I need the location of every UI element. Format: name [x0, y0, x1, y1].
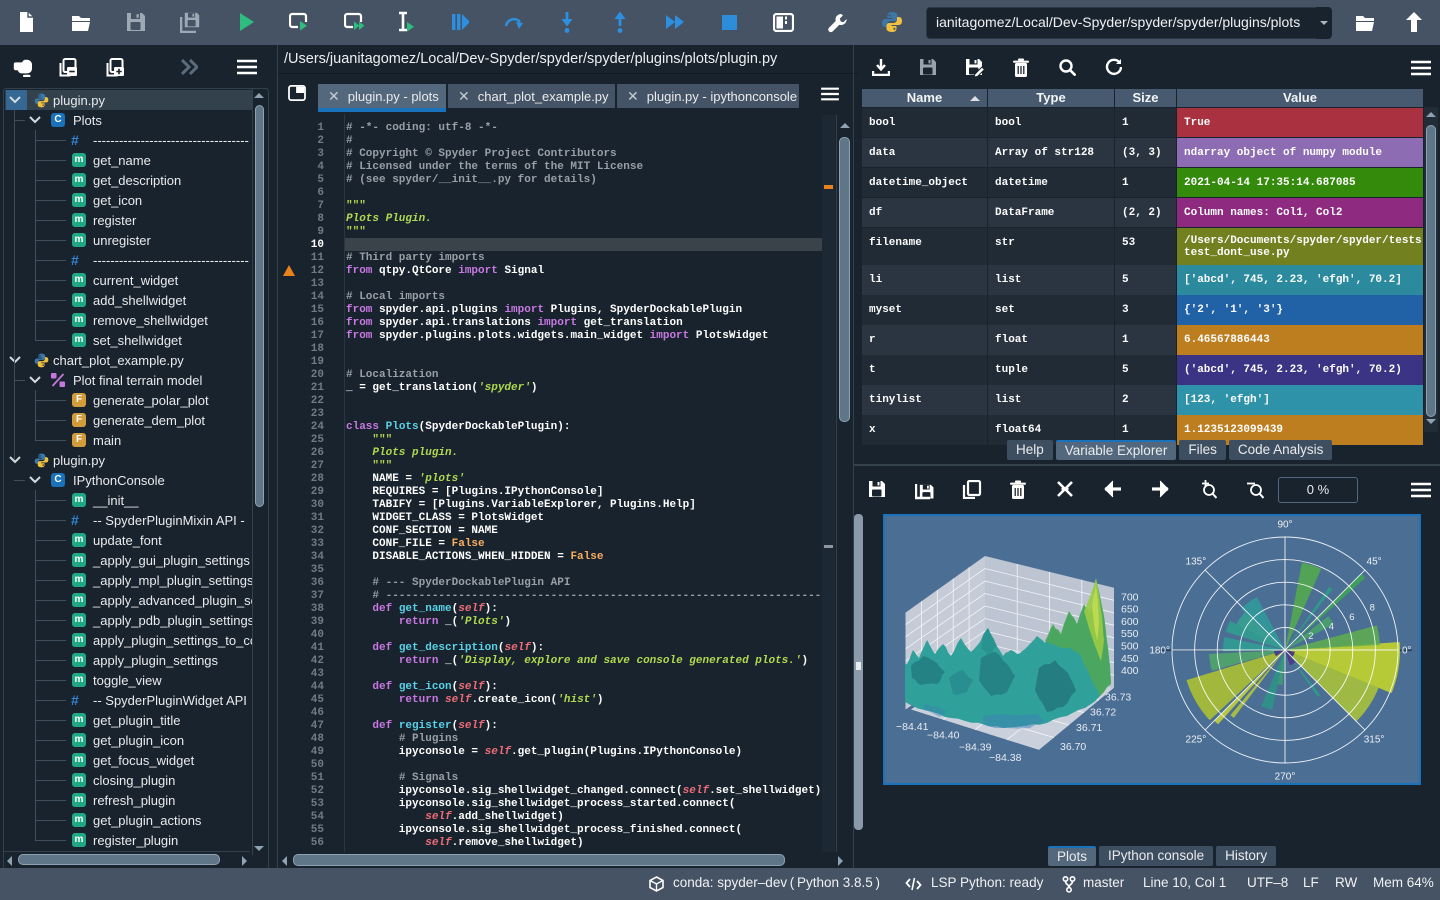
svg-text:−84.38: −84.38	[989, 752, 1022, 764]
svg-text:6: 6	[1349, 612, 1354, 623]
svg-text:36.71: 36.71	[1076, 722, 1102, 734]
svg-text:−84.41: −84.41	[896, 721, 929, 733]
svg-text:500: 500	[1121, 641, 1139, 653]
svg-text:600: 600	[1121, 616, 1139, 628]
svg-text:2: 2	[1308, 631, 1313, 642]
svg-text:700: 700	[1121, 591, 1139, 603]
svg-text:45°: 45°	[1367, 556, 1382, 567]
svg-text:180°: 180°	[1149, 646, 1170, 657]
svg-text:135°: 135°	[1186, 556, 1207, 567]
svg-text:−84.40: −84.40	[927, 730, 960, 742]
svg-text:8: 8	[1370, 603, 1375, 614]
svg-text:36.73: 36.73	[1105, 692, 1131, 704]
svg-text:225°: 225°	[1186, 735, 1207, 746]
svg-text:270°: 270°	[1275, 772, 1296, 783]
svg-text:36.72: 36.72	[1090, 707, 1116, 719]
svg-text:450: 450	[1121, 653, 1139, 665]
svg-text:650: 650	[1121, 604, 1139, 616]
svg-text:400: 400	[1121, 665, 1139, 677]
svg-text:550: 550	[1121, 628, 1139, 640]
svg-text:90°: 90°	[1277, 520, 1292, 531]
svg-text:−84.39: −84.39	[959, 742, 992, 754]
svg-text:4: 4	[1329, 622, 1334, 633]
svg-text:36.70: 36.70	[1060, 741, 1086, 753]
svg-text:315°: 315°	[1364, 735, 1385, 746]
svg-text:0°: 0°	[1402, 646, 1412, 657]
